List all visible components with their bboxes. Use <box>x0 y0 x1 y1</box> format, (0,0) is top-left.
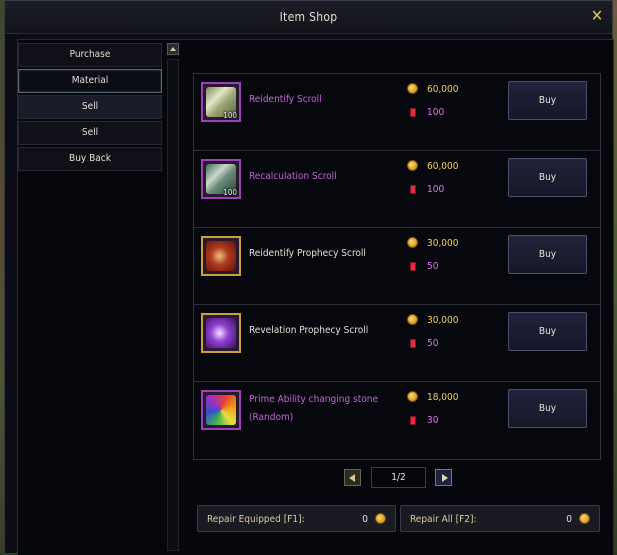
list-item: 100 Recalculation Scroll 60,000 100 Buy <box>194 151 600 228</box>
repair-equipped-cost: 0 <box>362 514 368 525</box>
item-name: Revelation Prophecy Scroll <box>249 325 369 336</box>
red-gem-icon <box>410 339 416 348</box>
gold-coin-icon <box>407 391 418 402</box>
item-count: 50 <box>427 261 439 272</box>
item-name-line-2: (Random) <box>249 412 294 423</box>
item-name: Reidentify Scroll <box>249 94 322 105</box>
gold-coin-icon <box>375 513 386 524</box>
stone-icon <box>206 395 236 425</box>
item-price: 30,000 <box>427 238 459 249</box>
item-price: 60,000 <box>427 161 459 172</box>
item-price: 30,000 <box>427 315 459 326</box>
list-item: Reidentify Prophecy Scroll 30,000 50 Buy <box>194 228 600 305</box>
item-quantity: 100 <box>223 188 237 197</box>
gold-coin-icon <box>407 83 418 94</box>
menu-item-material[interactable]: Material <box>18 69 162 93</box>
repair-all-cost: 0 <box>566 514 572 525</box>
list-item: Prime Ability changing stone (Random) 18… <box>194 382 600 459</box>
menu-item-buy-back[interactable]: Buy Back <box>18 147 162 171</box>
buy-button[interactable]: Buy <box>508 158 587 197</box>
item-name: Recalculation Scroll <box>249 171 337 182</box>
buy-button[interactable]: Buy <box>508 235 587 274</box>
repair-all-label: Repair All [F2]: <box>410 514 477 525</box>
item-count: 50 <box>427 338 439 349</box>
window-title: Item Shop <box>279 10 338 24</box>
shop-menu: Purchase Material Sell Sell Buy Back <box>18 43 162 173</box>
list-item: Revelation Prophecy Scroll 30,000 50 Buy <box>194 305 600 382</box>
menu-item-purchase[interactable]: Purchase <box>18 43 162 67</box>
list-item: 100 Reidentify Scroll 60,000 100 Buy <box>194 74 600 151</box>
menu-item-sell[interactable]: Sell <box>18 95 162 119</box>
next-page-icon[interactable] <box>435 469 452 486</box>
item-icon-frame[interactable] <box>201 236 241 276</box>
prophecy-scroll-icon <box>206 318 236 348</box>
buy-button[interactable]: Buy <box>508 312 587 351</box>
page-indicator: 1/2 <box>371 467 426 488</box>
red-gem-icon <box>410 416 416 425</box>
item-icon-frame[interactable] <box>201 390 241 430</box>
item-price: 18,000 <box>427 392 459 403</box>
repair-all-button[interactable]: Repair All [F2]: 0 <box>400 505 600 532</box>
item-count: 100 <box>427 107 445 118</box>
item-price: 60,000 <box>427 84 459 95</box>
menu-scrollbar[interactable] <box>167 43 181 554</box>
item-count: 100 <box>427 184 445 195</box>
buy-button[interactable]: Buy <box>508 389 587 428</box>
item-icon-frame[interactable]: 100 <box>201 159 241 199</box>
gold-coin-icon <box>407 160 418 171</box>
gold-coin-icon <box>407 314 418 325</box>
menu-item-sell-2[interactable]: Sell <box>18 121 162 145</box>
item-name: Reidentify Prophecy Scroll <box>249 248 366 259</box>
title-bar: Item Shop ✕ <box>5 1 612 34</box>
scroll-track[interactable] <box>167 59 179 551</box>
repair-equipped-button[interactable]: Repair Equipped [F1]: 0 <box>197 505 396 532</box>
red-gem-icon <box>410 185 416 194</box>
item-name: Prime Ability changing stone <box>249 394 378 405</box>
item-quantity: 100 <box>223 111 237 120</box>
gold-coin-icon <box>407 237 418 248</box>
close-icon[interactable]: ✕ <box>588 7 606 25</box>
scroll-up-icon[interactable] <box>167 43 179 55</box>
repair-equipped-label: Repair Equipped [F1]: <box>207 514 305 525</box>
red-gem-icon <box>410 262 416 271</box>
prophecy-scroll-icon <box>206 241 236 271</box>
item-icon-frame[interactable] <box>201 313 241 353</box>
red-gem-icon <box>410 108 416 117</box>
gold-coin-icon <box>579 513 590 524</box>
item-icon-frame[interactable]: 100 <box>201 82 241 122</box>
buy-button[interactable]: Buy <box>508 81 587 120</box>
item-list: 100 Reidentify Scroll 60,000 100 Buy 100… <box>193 73 601 460</box>
item-count: 30 <box>427 415 439 426</box>
prev-page-icon[interactable] <box>344 469 361 486</box>
